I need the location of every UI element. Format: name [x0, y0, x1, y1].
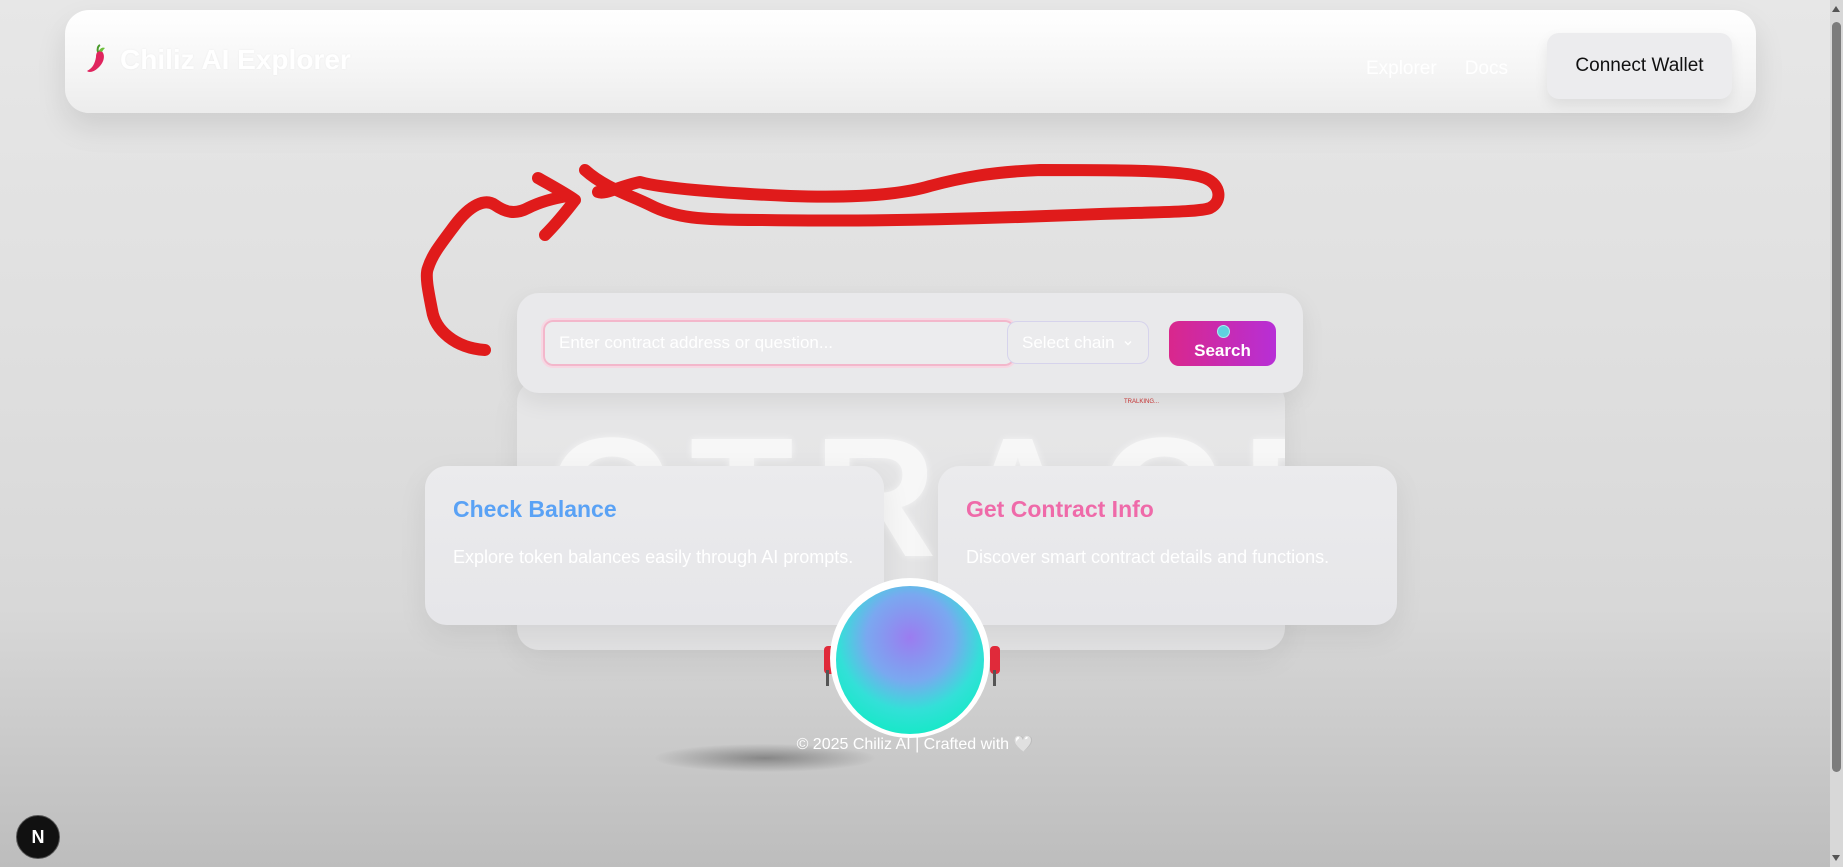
- tiny-status-label: TRALKING...: [1124, 399, 1160, 405]
- scroll-down-arrow-icon[interactable]: [1832, 855, 1840, 861]
- nav-link-explorer[interactable]: Explorer: [1366, 58, 1437, 80]
- card-description: Discover smart contract details and func…: [966, 547, 1330, 567]
- cursor-dot-icon: [1217, 325, 1230, 338]
- footer-text: © 2025 Chiliz AI | Crafted with 🤍: [796, 736, 1034, 753]
- chevron-down-icon: [1124, 340, 1132, 345]
- chain-select[interactable]: Select chain: [1007, 321, 1149, 364]
- brand-title: Chiliz AI Explorer: [120, 44, 351, 75]
- vertical-scrollbar[interactable]: [1830, 0, 1843, 867]
- nav-link-docs[interactable]: Docs: [1465, 58, 1508, 80]
- scroll-up-arrow-icon[interactable]: [1832, 6, 1840, 12]
- card-get-contract-info[interactable]: Get Contract Info Discover smart contrac…: [938, 466, 1397, 625]
- navbar: Chiliz AI Explorer Explorer Docs Connect…: [65, 10, 1756, 113]
- card-description: Explore token balances easily through AI…: [453, 547, 854, 567]
- search-button-label: Search: [1194, 341, 1251, 360]
- chain-select-label: Select chain: [1022, 332, 1115, 352]
- search-input[interactable]: [541, 318, 1017, 368]
- card-check-balance[interactable]: Check Balance Explore token balances eas…: [425, 466, 884, 625]
- page: Chiliz AI Explorer Explorer Docs Connect…: [0, 0, 1830, 867]
- search-button[interactable]: Search: [1169, 321, 1276, 366]
- card-title: Get Contract Info: [966, 496, 1154, 522]
- nav-links: Explorer Docs: [1366, 58, 1508, 80]
- chili-pepper-icon: [87, 44, 105, 72]
- connect-wallet-button[interactable]: Connect Wallet: [1547, 33, 1732, 99]
- card-title: Check Balance: [453, 496, 617, 522]
- brand[interactable]: Chiliz AI Explorer: [84, 44, 351, 76]
- nextjs-dev-badge[interactable]: N: [16, 815, 60, 859]
- search-panel: Select chain Search: [517, 293, 1303, 393]
- scroll-thumb[interactable]: [1832, 22, 1841, 772]
